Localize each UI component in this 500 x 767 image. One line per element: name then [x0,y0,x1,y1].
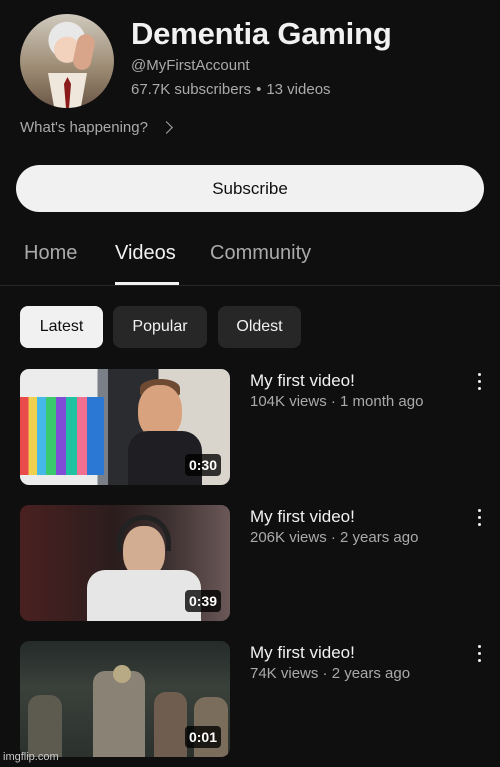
channel-handle: @MyFirstAccount [131,57,250,74]
subscribe-button[interactable]: Subscribe [16,165,484,212]
video-thumbnail[interactable]: 0:30 [20,369,230,485]
more-vertical-icon[interactable] [476,373,482,390]
channel-tabs: Home Videos Community [0,236,500,286]
subscriber-count: 67.7K subscribers [131,81,252,98]
video-meta: 206K views · 2 years ago [250,529,419,546]
tab-videos[interactable]: Videos [115,242,176,265]
soldier-figure [93,671,145,757]
video-item[interactable]: 0:39 My first video! 206K views · 2 year… [20,505,490,621]
video-meta: 104K views · 1 month ago [250,393,424,410]
chevron-right-icon [160,121,173,134]
video-title[interactable]: My first video! [250,643,355,663]
video-duration: 0:39 [184,590,221,612]
soldier-figure [28,695,62,757]
channel-stats: 67.7K subscribers • 13 videos [131,81,331,98]
tab-community[interactable]: Community [210,242,311,265]
video-item[interactable]: 0:30 My first video! 104K views · 1 mont… [20,369,490,485]
image-watermark: imgflip.com [3,751,59,763]
status-prompt-label: What's happening? [20,119,148,136]
channel-header: Dementia Gaming @MyFirstAccount 67.7K su… [20,12,480,108]
filter-oldest[interactable]: Oldest [218,306,301,348]
video-title[interactable]: My first video! [250,371,355,391]
more-vertical-icon[interactable] [476,645,482,662]
tab-home[interactable]: Home [24,242,77,265]
channel-name: Dementia Gaming [131,16,392,51]
more-vertical-icon[interactable] [476,509,482,526]
channel-avatar[interactable] [20,14,114,108]
soldier-helmet [113,665,131,683]
video-thumbnail[interactable]: 0:01 [20,641,230,757]
video-count: 13 videos [266,81,331,98]
video-thumbnail[interactable]: 0:39 [20,505,230,621]
person-shirt [87,570,201,621]
stats-separator: • [256,81,262,98]
filter-latest[interactable]: Latest [20,306,103,348]
filter-popular[interactable]: Popular [113,306,207,348]
video-duration: 0:30 [184,454,221,476]
video-duration: 0:01 [184,726,221,748]
active-tab-indicator [115,282,179,285]
avatar-hand [71,32,97,72]
status-prompt[interactable]: What's happening? [20,119,173,136]
clothing-rack [20,397,104,475]
video-meta: 74K views · 2 years ago [250,665,411,682]
video-title[interactable]: My first video! [250,507,355,527]
soldier-figure [154,692,187,757]
video-item[interactable]: 0:01 My first video! 74K views · 2 years… [20,641,490,757]
